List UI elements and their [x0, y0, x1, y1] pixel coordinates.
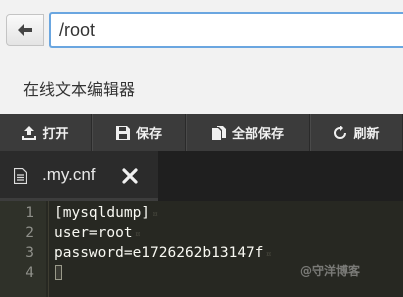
file-text-icon [14, 168, 27, 184]
arrow-left-icon [18, 24, 32, 36]
watermark: @守洋博客 [300, 264, 361, 278]
refresh-icon [334, 125, 347, 139]
back-button[interactable] [6, 14, 44, 46]
tab-bar: .my.cnf [0, 151, 403, 201]
save-label: 保存 [135, 127, 162, 142]
open-label: 打开 [42, 127, 69, 142]
toolbar: 打开 保存 全部保存 刷新 [0, 114, 403, 151]
line-number: 3 [25, 245, 34, 261]
code-line[interactable]: user=root ¤ [54, 223, 141, 243]
save-button[interactable]: 保存 [92, 114, 186, 151]
refresh-label: 刷新 [353, 127, 380, 142]
save-all-button[interactable]: 全部保存 [186, 114, 310, 151]
code-text: user=root [54, 225, 133, 241]
eol-marker: ¤ [152, 209, 159, 220]
save-all-label: 全部保存 [231, 127, 284, 142]
open-button[interactable]: 打开 [0, 114, 92, 151]
eol-marker: ¤ [134, 229, 141, 240]
gutter-divider [48, 201, 49, 297]
eol-marker: ¤ [265, 249, 272, 260]
close-icon[interactable] [122, 168, 138, 184]
code-text: [mysqldump] [54, 205, 151, 221]
code-editor[interactable]: 1 2 3 4 [mysqldump] ¤ user=root ¤ password… [0, 201, 403, 297]
path-bar [0, 0, 403, 61]
code-line[interactable]: password=e1726262b13147f ¤ [54, 243, 272, 263]
text-cursor [55, 265, 62, 280]
upload-icon [22, 125, 37, 140]
code-line[interactable]: [mysqldump] ¤ [54, 203, 158, 223]
tab-label: .my.cnf [42, 165, 96, 184]
tab-file[interactable]: .my.cnf [0, 151, 158, 201]
line-gutter: 1 2 3 4 [0, 201, 46, 297]
path-input[interactable] [49, 12, 403, 48]
floppy-disk-icon [115, 125, 130, 140]
code-text: password=e1726262b13147f [54, 245, 264, 261]
line-number: 1 [25, 205, 34, 221]
copy-files-icon [211, 125, 226, 140]
page-title: 在线文本编辑器 [23, 80, 136, 99]
refresh-button[interactable]: 刷新 [310, 114, 403, 151]
line-number: 2 [25, 225, 34, 241]
line-number: 4 [25, 265, 34, 281]
